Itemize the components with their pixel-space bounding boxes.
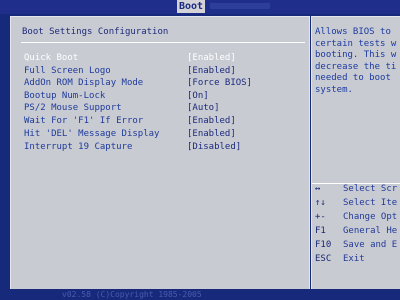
f10-key: F10: [315, 240, 332, 250]
setting-row-full-screen-logo[interactable]: Full Screen Logo [Enabled]: [24, 65, 254, 77]
key-row: ↑↓ Select Ite: [312, 197, 400, 209]
setting-row-interrupt-19-capture[interactable]: Interrupt 19 Capture [Disabled]: [24, 141, 254, 153]
setting-value[interactable]: [Enabled]: [187, 115, 236, 127]
setting-value[interactable]: [On]: [187, 90, 209, 102]
setting-value[interactable]: [Force BIOS]: [187, 77, 252, 89]
help-line: decrease the ti: [315, 61, 397, 72]
key-row: +- Change Opt: [312, 211, 400, 223]
title-divider: [21, 42, 305, 43]
settings-panel: Boot Settings Configuration Quick Boot […: [10, 16, 310, 290]
setting-value[interactable]: [Enabled]: [187, 52, 236, 64]
help-text: Allows BIOS to certain tests w booting. …: [315, 27, 400, 96]
key-description: Save and E: [343, 240, 398, 250]
setting-label: Bootup Num-Lock: [24, 91, 106, 101]
setting-row-hit-del-message[interactable]: Hit 'DEL' Message Display [Enabled]: [24, 128, 254, 140]
key-row: ↔ Select Scr: [312, 183, 400, 195]
left-right-arrow-icon: ↔: [315, 184, 321, 194]
setting-value[interactable]: [Auto]: [187, 102, 220, 114]
setting-row-addon-rom-display-mode[interactable]: AddOn ROM Display Mode [Force BIOS]: [24, 77, 254, 89]
setting-label: Quick Boot: [24, 53, 79, 63]
setting-row-ps2-mouse-support[interactable]: PS/2 Mouse Support [Auto]: [24, 102, 254, 114]
menu-bar: Boot: [0, 0, 400, 14]
menu-bar-fade: [210, 3, 270, 9]
key-description: Exit: [343, 254, 365, 264]
tab-boot[interactable]: Boot: [177, 0, 205, 13]
help-line: Allows BIOS to: [315, 27, 391, 37]
setting-value[interactable]: [Enabled]: [187, 65, 236, 77]
setting-row-quick-boot[interactable]: Quick Boot [Enabled]: [24, 52, 254, 64]
help-line: system.: [315, 84, 353, 95]
esc-key: ESC: [315, 254, 332, 264]
setting-label: AddOn ROM Display Mode: [24, 78, 144, 88]
plus-minus-key: +-: [315, 212, 326, 222]
setting-label: Full Screen Logo: [24, 66, 111, 76]
f1-key: F1: [315, 226, 326, 236]
section-title: Boot Settings Configuration: [22, 27, 169, 37]
key-description: Select Ite: [343, 198, 398, 208]
setting-value[interactable]: [Enabled]: [187, 128, 236, 140]
setting-label: Interrupt 19 Capture: [24, 142, 133, 152]
key-row: F1 General He: [312, 225, 400, 237]
up-down-arrow-icon: ↑↓: [315, 198, 326, 208]
key-description: Change Opt: [343, 212, 398, 222]
help-line: booting. This w: [315, 50, 397, 60]
key-description: General He: [343, 226, 398, 236]
key-description: Select Scr: [343, 184, 398, 194]
setting-value[interactable]: [Disabled]: [187, 141, 241, 153]
help-line: certain tests w: [315, 38, 397, 49]
help-line: needed to boot: [315, 73, 391, 83]
setting-row-bootup-num-lock[interactable]: Bootup Num-Lock [On]: [24, 90, 254, 102]
key-row: ESC Exit: [312, 253, 400, 265]
setting-label: PS/2 Mouse Support: [24, 103, 122, 113]
setting-label: Hit 'DEL' Message Display: [24, 129, 160, 139]
key-row: F10 Save and E: [312, 239, 400, 251]
setting-label: Wait For 'F1' If Error: [24, 116, 144, 126]
setting-row-wait-for-f1[interactable]: Wait For 'F1' If Error [Enabled]: [24, 115, 254, 127]
copyright-text: v02.58 (C)Copyright 1985-2005: [62, 290, 202, 299]
help-panel: Allows BIOS to certain tests w booting. …: [311, 16, 400, 290]
